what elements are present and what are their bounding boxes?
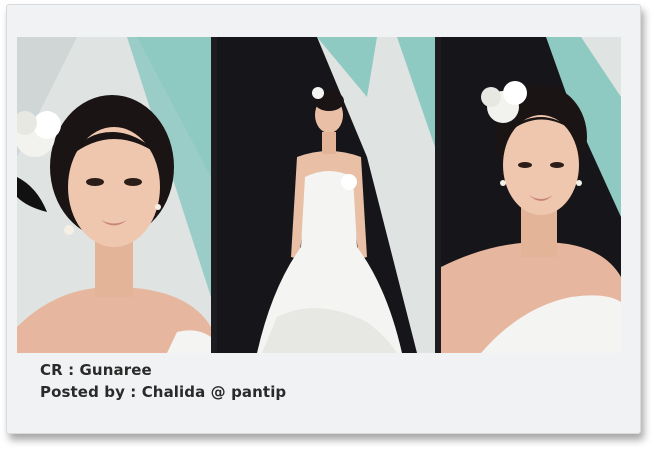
photo-right-portrait[interactable] xyxy=(441,37,621,353)
credit-caption: CR : Gunaree xyxy=(40,361,152,379)
photo-strip xyxy=(17,37,621,353)
posted-by-caption: Posted by : Chalida @ pantip xyxy=(40,383,287,401)
portrait-photo-right xyxy=(441,37,621,353)
full-length-photo xyxy=(217,37,435,353)
portrait-photo-left xyxy=(17,37,211,353)
photo-left-portrait[interactable] xyxy=(17,37,211,353)
photo-middle-full-gown[interactable] xyxy=(217,37,435,353)
page: CR : Gunaree Posted by : Chalida @ panti… xyxy=(0,0,659,452)
